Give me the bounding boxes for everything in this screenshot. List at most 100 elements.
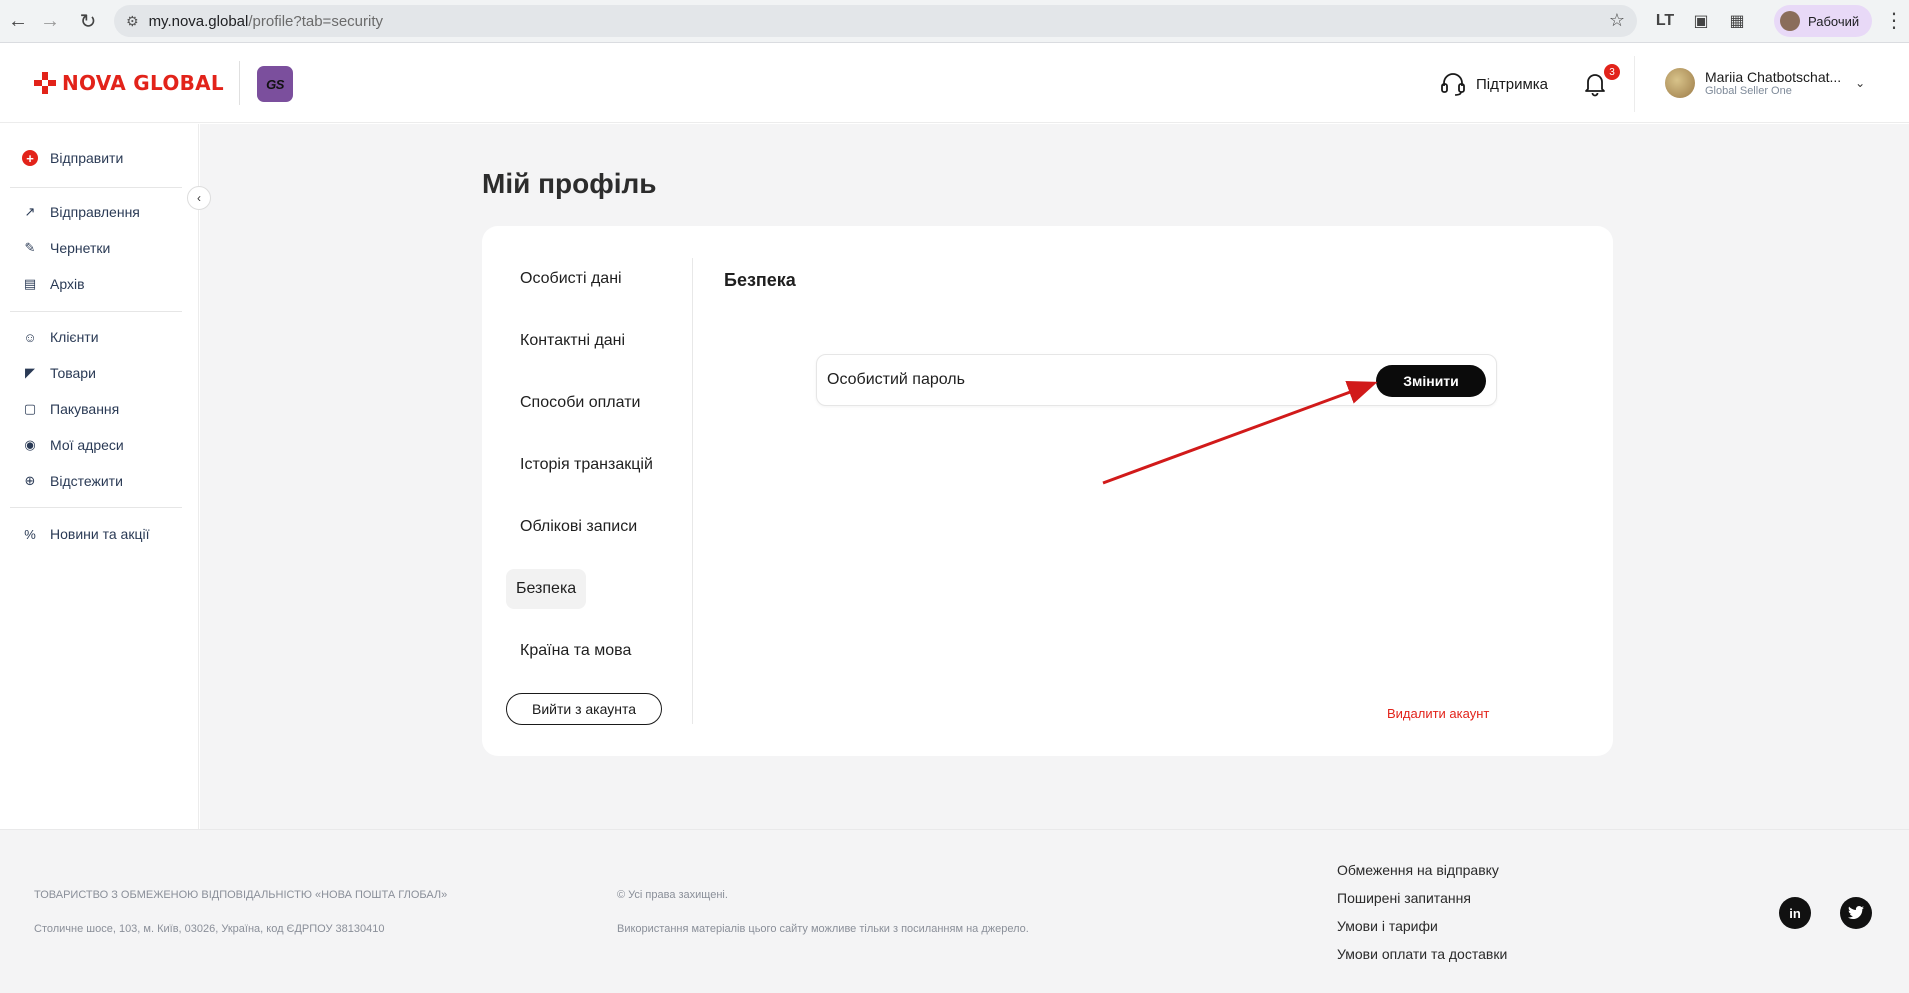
tabs-divider — [692, 258, 693, 724]
support-button[interactable]: Підтримка — [1440, 72, 1548, 96]
page-title: Мій профіль — [482, 168, 657, 199]
browser-menu-icon[interactable]: ⋮ — [1884, 8, 1904, 33]
chevron-down-icon[interactable]: ⌄ — [1855, 76, 1865, 90]
users-icon: ☺ — [23, 329, 37, 345]
twitter-bird-icon — [1848, 906, 1864, 919]
tag-icon: ◤ — [25, 365, 35, 380]
tab-label: Облікові записи — [520, 518, 638, 535]
sidebar-divider — [10, 187, 182, 188]
tab-label: Особисті дані — [520, 270, 622, 287]
sidebar-item-label: Відправити — [50, 150, 124, 166]
footer-usage: Використання матеріалів цього сайту можл… — [617, 923, 1029, 935]
delete-account-link[interactable]: Видалити акаунт — [1387, 706, 1489, 721]
archive-icon: ▤ — [23, 276, 37, 291]
logo-text: NOVA GLOBAL — [62, 71, 224, 95]
sidebar-item-addresses[interactable]: ◉ Мої адреси — [22, 437, 124, 453]
sidebar-item-label: Товари — [50, 365, 96, 381]
profile-label: Рабочий — [1808, 13, 1860, 29]
tab-personal-data[interactable]: Особисті дані — [510, 259, 632, 299]
header-divider-right — [1634, 56, 1635, 112]
tab-payment-methods[interactable]: Способи оплати — [510, 383, 650, 423]
support-label: Підтримка — [1476, 75, 1549, 93]
logout-button[interactable]: Вийти з акаунта — [506, 693, 662, 725]
footer-link-payment-delivery[interactable]: Умови оплати та доставки — [1337, 946, 1507, 962]
section-title: Безпека — [724, 270, 796, 290]
sidebar-item-label: Мої адреси — [50, 437, 124, 453]
tab-accounts[interactable]: Облікові записи — [510, 507, 647, 547]
sidebar: + Відправити ↗ Відправлення ✎ Чернетки ▤… — [0, 124, 199, 829]
nova-global-logo[interactable]: NOVA GLOBAL — [34, 71, 224, 95]
sidebar-item-shipments[interactable]: ↗ Відправлення — [22, 204, 140, 220]
logo-mark-icon — [34, 72, 56, 94]
headset-icon — [1441, 73, 1465, 96]
percent-icon: % — [24, 526, 36, 542]
footer-address: Столичне шосе, 103, м. Київ, 03026, Укра… — [34, 923, 385, 935]
footer-link-tariffs[interactable]: Умови і тарифи — [1337, 918, 1438, 934]
linkedin-icon[interactable]: in — [1779, 897, 1811, 929]
sidebar-item-archive[interactable]: ▤ Архів — [22, 276, 85, 292]
sidebar-item-label: Новини та акції — [50, 526, 150, 542]
edit-icon: ✎ — [24, 240, 36, 255]
sidebar-item-goods[interactable]: ◤ Товари — [22, 365, 96, 381]
footer-company: ТОВАРИСТВО З ОБМЕЖЕНОЮ ВІДПОВІДАЛЬНІСТЮ … — [34, 889, 448, 901]
box-icon: ▢ — [23, 401, 37, 416]
user-name: Mariia Chatbotschat... — [1705, 68, 1842, 85]
footer-link-restrictions[interactable]: Обмеження на відправку — [1337, 862, 1499, 878]
tab-label: Способи оплати — [520, 394, 641, 411]
tab-label: Контактні дані — [520, 332, 626, 349]
global-seller-badge[interactable]: GS — [257, 66, 293, 102]
sidebar-item-drafts[interactable]: ✎ Чернетки — [22, 240, 111, 256]
sidebar-item-send[interactable]: + Відправити — [22, 150, 123, 166]
tab-country-language[interactable]: Країна та мова — [510, 631, 641, 671]
reload-icon[interactable]: ↻ — [70, 3, 106, 39]
tab-transaction-history[interactable]: Історія транзакцій — [510, 445, 663, 485]
address-bar[interactable]: ⚙ my.nova.global/profile?tab=security ☆ — [114, 5, 1637, 37]
tab-label: Історія транзакцій — [520, 456, 653, 473]
sidebar-item-label: Відстежити — [50, 473, 123, 489]
footer: ТОВАРИСТВО З ОБМЕЖЕНОЮ ВІДПОВІДАЛЬНІСТЮ … — [0, 829, 1909, 993]
tab-label: Безпека — [516, 580, 577, 597]
browser-toolbar: ← → ↻ ⚙ my.nova.global/profile?tab=secur… — [0, 0, 1909, 43]
app-header: NOVA GLOBAL GS Підтримка 3 Mariia Chatbo… — [0, 44, 1909, 123]
sidebar-item-label: Клієнти — [50, 329, 99, 345]
sidebar-item-label: Чернетки — [50, 240, 111, 256]
sidebar-item-label: Пакування — [50, 401, 120, 417]
camera-extension-icon[interactable]: ▣ — [1688, 8, 1714, 34]
sidebar-item-label: Архів — [50, 276, 85, 292]
bookmark-star-icon[interactable]: ☆ — [1609, 10, 1625, 31]
sidebar-item-clients[interactable]: ☺ Клієнти — [22, 329, 99, 345]
change-password-button[interactable]: Змінити — [1376, 365, 1486, 397]
forward-icon[interactable]: → — [32, 3, 68, 39]
extensions-puzzle-icon[interactable]: ▦ — [1724, 8, 1750, 34]
notification-count-badge: 3 — [1604, 64, 1620, 80]
footer-rights: © Усі права захищені. — [617, 889, 728, 901]
sidebar-item-packaging[interactable]: ▢ Пакування — [22, 401, 119, 417]
track-icon: ⊕ — [24, 473, 36, 488]
translate-extension-icon[interactable]: LT — [1652, 8, 1678, 34]
arrow-up-right-icon: ↗ — [24, 204, 36, 219]
profile-card: Особисті дані Контактні дані Способи опл… — [482, 226, 1613, 756]
user-avatar — [1665, 68, 1695, 98]
sidebar-item-news[interactable]: % Новини та акції — [22, 526, 149, 542]
footer-link-faq[interactable]: Поширені запитання — [1337, 890, 1471, 906]
sidebar-collapse-button[interactable]: ‹ — [187, 186, 211, 210]
linkedin-glyph: in — [1789, 905, 1801, 921]
location-icon: ◉ — [24, 437, 36, 452]
sidebar-item-label: Відправлення — [50, 204, 140, 220]
browser-profile-button[interactable]: Рабочий — [1774, 5, 1872, 37]
site-settings-icon[interactable]: ⚙ — [126, 13, 139, 30]
plus-circle-icon: + — [22, 150, 38, 166]
password-label: Особистий пароль — [827, 371, 965, 388]
tab-contact-data[interactable]: Контактні дані — [510, 321, 635, 361]
sidebar-item-track[interactable]: ⊕ Відстежити — [22, 473, 123, 489]
user-menu[interactable]: Mariia Chatbotschat... Global Seller One… — [1665, 68, 1865, 98]
header-divider — [239, 61, 240, 105]
twitter-icon[interactable] — [1840, 897, 1872, 929]
back-icon[interactable]: ← — [0, 3, 36, 39]
sidebar-divider — [10, 311, 182, 312]
tab-label: Країна та мова — [520, 642, 632, 659]
url-text: my.nova.global/profile?tab=security — [148, 12, 383, 30]
user-company: Global Seller One — [1705, 84, 1792, 97]
tab-security[interactable]: Безпека — [506, 569, 587, 609]
password-row: Особистий пароль Змінити — [816, 354, 1497, 406]
